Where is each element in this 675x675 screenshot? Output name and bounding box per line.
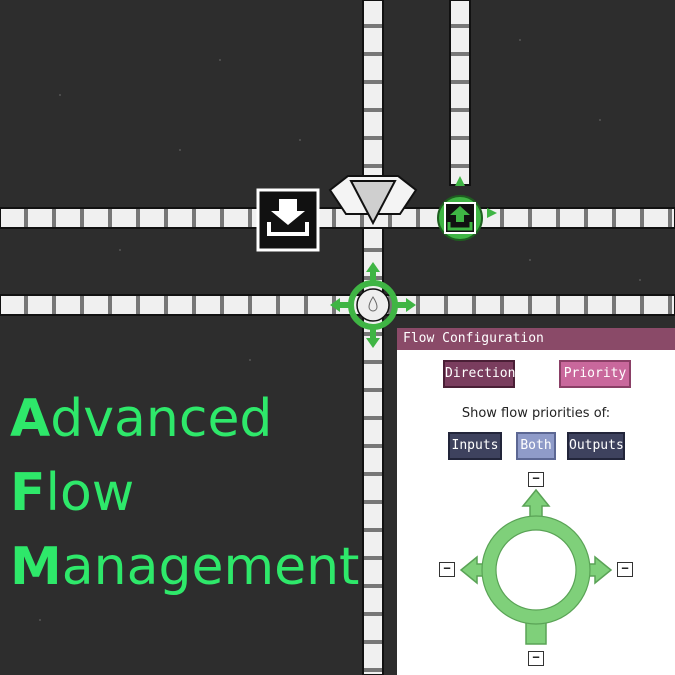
priority-button[interactable]: Priority xyxy=(559,360,631,388)
title-initial: A xyxy=(10,389,51,449)
title-rest: dvanced xyxy=(50,389,273,449)
input-port-icon[interactable] xyxy=(256,188,320,252)
both-button[interactable]: Both xyxy=(516,432,556,460)
title-initial: F xyxy=(10,463,46,523)
title-initial: M xyxy=(10,537,62,597)
title-block: Advanced Flow Management xyxy=(10,382,359,604)
outputs-button[interactable]: Outputs xyxy=(567,432,625,460)
title-rest: low xyxy=(45,463,135,523)
minus-button-top[interactable]: − xyxy=(528,472,544,487)
show-priorities-label: Show flow priorities of: xyxy=(461,406,611,421)
pipe-vertical-right xyxy=(449,0,471,186)
flow-ring-icon xyxy=(459,488,613,645)
title-line-advanced: Advanced xyxy=(10,382,359,456)
pipe-horizontal-top xyxy=(0,207,675,229)
flow-configuration-panel: Flow Configuration Direction Priority Sh… xyxy=(397,328,675,675)
minus-button-left[interactable]: − xyxy=(439,562,455,577)
minus-button-bottom[interactable]: − xyxy=(528,651,544,666)
minus-button-right[interactable]: − xyxy=(617,562,633,577)
direction-button[interactable]: Direction xyxy=(443,360,515,388)
panel-header: Flow Configuration xyxy=(397,328,675,350)
title-rest: anagement xyxy=(61,537,360,597)
title-line-flow: Flow xyxy=(10,456,359,530)
title-line-management: Management xyxy=(10,530,359,604)
inputs-button[interactable]: Inputs xyxy=(448,432,502,460)
